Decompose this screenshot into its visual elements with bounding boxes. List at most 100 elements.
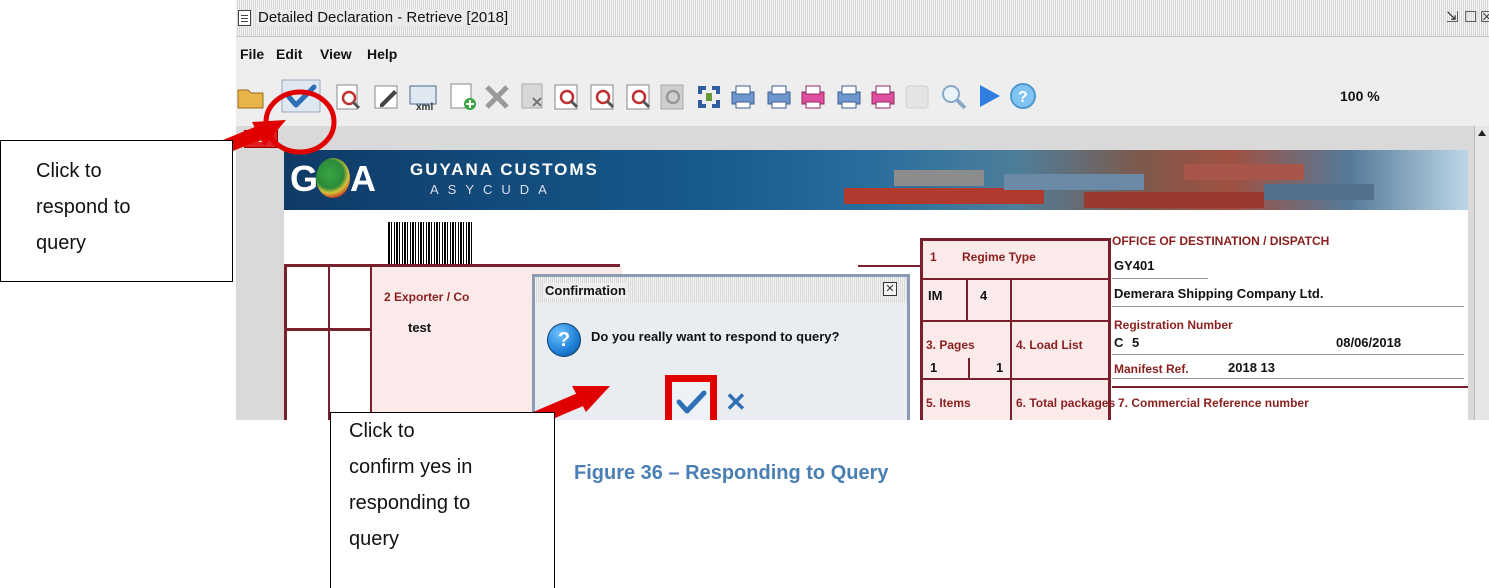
form-line	[1010, 278, 1012, 420]
pages-value-2[interactable]: 1	[996, 360, 1003, 375]
zoom-level: 100 %	[1340, 88, 1380, 104]
application-window: Detailed Declaration - Retrieve [2018] ⇲…	[236, 0, 1489, 420]
field-underline	[1112, 306, 1464, 307]
dialog-message: Do you really want to respond to query?	[591, 329, 840, 344]
form-line	[920, 278, 1110, 280]
commercial-ref-label: 7. Commercial Reference number	[1118, 396, 1309, 410]
toolbar: xml ?	[236, 70, 1489, 122]
callout-confirm: Click to confirm yes in responding to qu…	[330, 412, 555, 588]
barcode	[388, 222, 472, 264]
field-underline	[1112, 378, 1464, 379]
form-line	[920, 238, 923, 420]
delete-icon[interactable]	[482, 80, 512, 112]
regime-4-value[interactable]: 4	[980, 288, 987, 303]
zoom-2-icon[interactable]	[588, 80, 618, 112]
callout-line: query	[36, 232, 87, 254]
declaration-form: G A GUYANA CUSTOMS ASYCUDA 2 Exporter / …	[284, 150, 1468, 420]
regime-number-label: 1	[930, 250, 937, 264]
print-pink-1-icon[interactable]	[798, 80, 828, 112]
callout-line: responding to	[349, 492, 471, 514]
form-line	[328, 264, 330, 420]
zoom-3-icon[interactable]	[624, 80, 654, 112]
logo-letter-g: G	[290, 158, 319, 199]
blank-icon[interactable]	[902, 80, 932, 112]
regime-type-label: Regime Type	[962, 250, 1036, 264]
callout-line: Click to	[36, 160, 102, 182]
title-bar[interactable]: Detailed Declaration - Retrieve [2018] ⇲…	[236, 0, 1489, 37]
form-line	[1112, 386, 1468, 388]
dialog-close-icon[interactable]: ✕	[883, 282, 897, 296]
regime-im-value[interactable]: IM	[928, 288, 942, 303]
callout-line: Click to	[349, 420, 415, 442]
callout-line: confirm yes in	[349, 456, 473, 478]
field-underline	[1112, 278, 1208, 279]
open-icon[interactable]	[236, 80, 266, 112]
xml-icon[interactable]: xml	[408, 80, 442, 112]
form-line	[920, 238, 1110, 241]
maximize-icon[interactable]: ☐	[1464, 8, 1477, 26]
document-viewport: 1 G A GUYANA CUSTOMS ASYCUDA 2 Exporter …	[236, 126, 1489, 420]
pages-label: 3. Pages	[926, 338, 975, 352]
registration-c-value[interactable]: C	[1114, 335, 1123, 350]
container-stack	[1264, 184, 1374, 200]
fit-icon[interactable]	[694, 80, 724, 112]
container-stack	[1084, 192, 1264, 208]
cancel-x-button[interactable]: ✕	[725, 387, 747, 418]
confirm-yes-button[interactable]	[665, 375, 717, 420]
vertical-scrollbar[interactable]	[1474, 126, 1489, 420]
manifest-label: Manifest Ref.	[1114, 362, 1189, 376]
question-icon: ?	[547, 323, 581, 357]
menu-view[interactable]: View	[320, 46, 352, 62]
page-tab[interactable]: 1	[244, 130, 278, 148]
figure-caption: Figure 36 – Responding to Query	[574, 462, 889, 484]
search-icon[interactable]	[938, 80, 968, 112]
customs-banner: G A GUYANA CUSTOMS ASYCUDA	[284, 150, 1468, 210]
play-icon[interactable]	[974, 80, 1004, 112]
print-pink-2-icon[interactable]	[868, 80, 898, 112]
help-icon[interactable]: ?	[1008, 80, 1038, 112]
new-doc-icon[interactable]	[448, 80, 478, 112]
container-stack	[1184, 164, 1304, 180]
print-1-icon[interactable]	[728, 80, 758, 112]
container-stack	[1004, 174, 1144, 190]
callout-respond: Click to respond to query	[0, 140, 233, 282]
confirmation-dialog: Confirmation ✕ ? Do you really want to r…	[532, 274, 910, 420]
manifest-value[interactable]: 2018 13	[1228, 360, 1275, 375]
form-line	[370, 264, 372, 420]
form-line	[968, 358, 970, 378]
clear-icon[interactable]	[518, 80, 548, 112]
zoom-4-icon[interactable]	[658, 80, 688, 112]
window-title: Detailed Declaration - Retrieve [2018]	[256, 9, 511, 26]
document-icon	[238, 10, 251, 26]
registration-5-value[interactable]: 5	[1132, 335, 1139, 350]
zoom-1-icon[interactable]	[552, 80, 582, 112]
pages-value-1[interactable]: 1	[930, 360, 937, 375]
office-value[interactable]: GY401	[1114, 258, 1154, 273]
menu-file[interactable]: File	[240, 46, 264, 62]
logo-letter-a: A	[350, 158, 376, 199]
form-line	[858, 265, 920, 267]
form-line	[284, 264, 620, 267]
registration-date-value[interactable]: 08/06/2018	[1336, 335, 1401, 350]
print-3-icon[interactable]	[834, 80, 864, 112]
edit-icon[interactable]	[372, 80, 402, 112]
svg-text:?: ?	[1018, 89, 1028, 106]
exporter-value[interactable]: test	[408, 320, 431, 335]
brand-subtitle: ASYCUDA	[430, 182, 556, 197]
dialog-title-bar[interactable]: Confirmation ✕	[535, 277, 907, 303]
company-value[interactable]: Demerara Shipping Company Ltd.	[1114, 286, 1323, 301]
restore-icon[interactable]: ⇲	[1446, 8, 1459, 26]
container-stack	[894, 170, 984, 186]
scroll-up-icon[interactable]	[1478, 130, 1486, 136]
brand-title: GUYANA CUSTOMS	[410, 160, 599, 179]
close-icon[interactable]: ☒	[1480, 8, 1489, 26]
form-line	[284, 328, 372, 331]
callout-line: query	[349, 528, 400, 550]
menu-edit[interactable]: Edit	[276, 46, 302, 62]
form-line	[1108, 238, 1111, 420]
find-icon[interactable]	[334, 80, 364, 112]
respond-check-icon[interactable]	[280, 76, 322, 116]
menu-help[interactable]: Help	[367, 46, 397, 62]
print-2-icon[interactable]	[764, 80, 794, 112]
dialog-title: Confirmation	[543, 283, 628, 298]
